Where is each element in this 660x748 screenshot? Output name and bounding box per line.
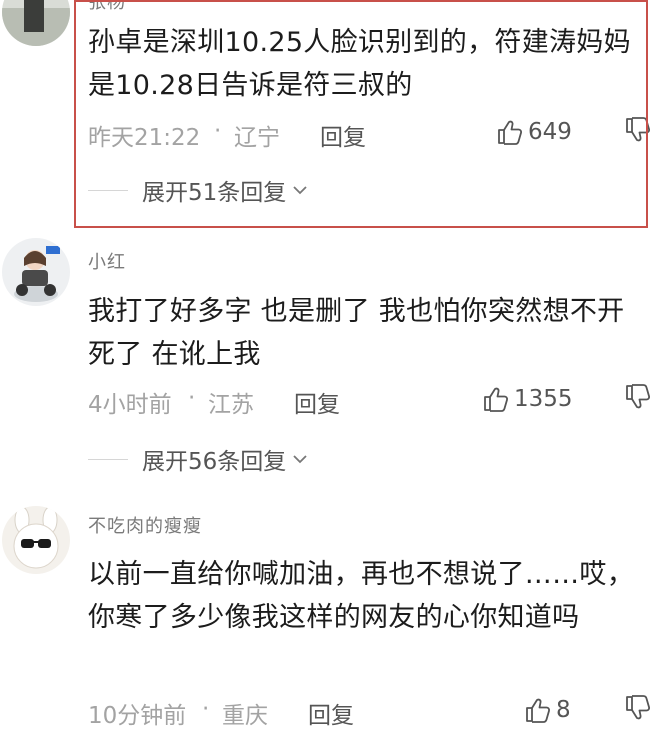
- expand-replies-label: 展开56条回复: [142, 449, 287, 475]
- divider: [88, 458, 128, 460]
- meta-separator: ·: [188, 385, 196, 411]
- comment-text: 孙卓是深圳10.25人脸识别到的，符建涛妈妈是10.28日告诉是符三叔的: [88, 27, 631, 101]
- expand-replies-label: 展开51条回复: [142, 180, 287, 206]
- like-button[interactable]: 8: [524, 692, 571, 728]
- comment-meta: 4小时前 · 江苏 回复 1355: [88, 381, 660, 419]
- avatar[interactable]: [2, 506, 70, 574]
- avatar[interactable]: [2, 0, 70, 46]
- chevron-down-icon: [293, 455, 307, 464]
- dislike-button[interactable]: [624, 694, 652, 728]
- divider: [88, 189, 128, 191]
- comment-meta: 10分钟前 · 重庆 回复 8: [88, 692, 660, 730]
- comment-username[interactable]: 小红: [88, 248, 126, 274]
- comment-time: 4小时前: [88, 392, 172, 418]
- comment-item: 张杨 孙卓是深圳10.25人脸识别到的，符建涛妈妈是10.28日告诉是符三叔的 …: [0, 0, 660, 232]
- dislike-button[interactable]: [624, 383, 652, 417]
- comment-text: 以前一直给你喊加油，再也不想说了……哎，你寒了多少像我这样的网友的心你知道吗: [88, 559, 634, 633]
- thumbs-up-icon: [526, 698, 551, 723]
- expand-replies-button[interactable]: 展开51条回复: [88, 172, 310, 208]
- like-count: 649: [528, 119, 572, 145]
- meta-separator: ·: [214, 118, 222, 144]
- reply-button[interactable]: 回复: [320, 118, 366, 152]
- comment-username[interactable]: 不吃肉的瘦瘦: [88, 512, 202, 538]
- like-count: 8: [556, 697, 571, 723]
- meta-separator: ·: [202, 696, 210, 722]
- comment-meta: 昨天21:22 · 辽宁 回复 649: [88, 114, 660, 152]
- thumbs-up-icon: [484, 387, 509, 412]
- dislike-button[interactable]: [624, 116, 652, 150]
- thumbs-down-icon: [626, 384, 651, 409]
- comment-location: 江苏: [208, 392, 254, 418]
- thumbs-down-icon: [626, 695, 651, 720]
- thumbs-down-icon: [626, 117, 651, 142]
- comment-time: 10分钟前: [88, 703, 187, 729]
- like-button[interactable]: 649: [496, 114, 572, 150]
- comment-item: 小红 我打了好多字 也是删了 我也怕你突然想不开死了 在讹上我 4小时前 · 江…: [0, 238, 660, 484]
- comment-location: 辽宁: [234, 125, 280, 151]
- comment-text: 我打了好多字 也是删了 我也怕你突然想不开死了 在讹上我: [88, 296, 625, 370]
- like-count: 1355: [514, 386, 573, 412]
- avatar[interactable]: [2, 238, 70, 306]
- chevron-down-icon: [293, 186, 307, 195]
- comment-item: 不吃肉的瘦瘦 以前一直给你喊加油，再也不想说了……哎，你寒了多少像我这样的网友的…: [0, 500, 660, 748]
- like-button[interactable]: 1355: [482, 381, 573, 417]
- thumbs-up-icon: [498, 120, 523, 145]
- comment-location: 重庆: [222, 703, 268, 729]
- reply-button[interactable]: 回复: [294, 385, 340, 419]
- expand-replies-button[interactable]: 展开56条回复: [88, 441, 310, 477]
- reply-button[interactable]: 回复: [308, 696, 354, 730]
- comment-username[interactable]: 张杨: [88, 0, 126, 14]
- comment-time: 昨天21:22: [88, 125, 201, 151]
